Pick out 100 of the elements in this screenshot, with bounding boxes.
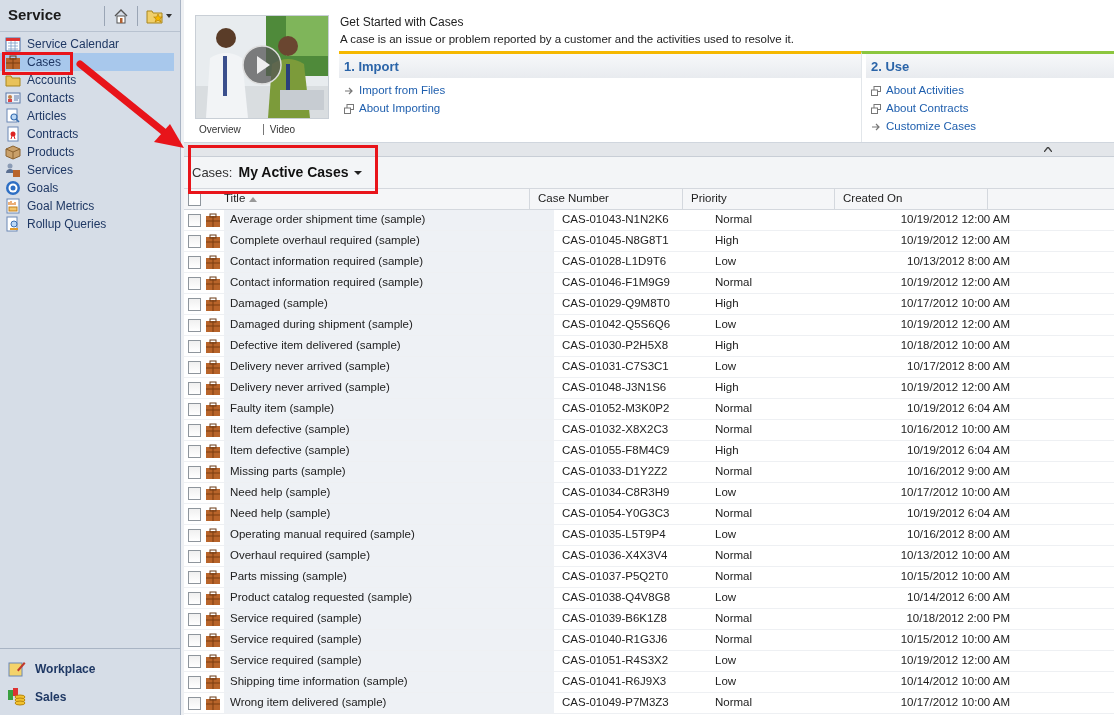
- table-cell-text: Normal: [714, 212, 754, 228]
- table-row[interactable]: Overhaul required (sample) CAS-01036-X4X3V4 Normal 10/13/2012 10:00 AM: [184, 546, 1114, 567]
- row-checkbox[interactable]: [188, 381, 201, 395]
- caret-icon: [354, 170, 363, 175]
- home-icon[interactable]: [113, 7, 129, 24]
- row-checkbox[interactable]: [188, 234, 201, 248]
- column-header[interactable]: Priority: [683, 189, 835, 209]
- table-cell-text: CAS-01037-P5Q2T0: [561, 569, 670, 585]
- help-link[interactable]: About Contracts: [886, 100, 969, 118]
- sidebar-item[interactable]: Goal Metrics: [0, 197, 180, 215]
- table-row[interactable]: Wrong item delivered (sample) CAS-01049-P7M3Z3 Normal 10/17/2012 10:00 AM: [184, 693, 1114, 714]
- table-cell-text: 10/19/2012 12:00 AM: [899, 275, 1011, 291]
- sort-ascending-icon: [249, 196, 258, 202]
- table-row[interactable]: Service required (sample) CAS-01039-B6K1Z8 Normal 10/18/2012 2:00 PM: [184, 609, 1114, 630]
- row-checkbox[interactable]: [188, 339, 201, 353]
- table-row[interactable]: Faulty item (sample) CAS-01052-M3K0P2 Normal 10/19/2012 6:04 AM: [184, 399, 1114, 420]
- table-cell-text: CAS-01048-J3N1S6: [561, 380, 668, 396]
- table-row[interactable]: Missing parts (sample) CAS-01033-D1Y2Z2 Normal 10/16/2012 9:00 AM: [184, 462, 1114, 483]
- table-cell-text: CAS-01028-L1D9T6: [561, 254, 668, 270]
- table-row[interactable]: Defective item delivered (sample) CAS-01030-P2H5X8 High 10/18/2012 10:00 AM: [184, 336, 1114, 357]
- row-checkbox[interactable]: [188, 465, 201, 479]
- column-header[interactable]: Title: [224, 189, 530, 209]
- table-cell-text: CAS-01055-F8M4C9: [561, 443, 671, 459]
- play-icon[interactable]: [242, 45, 282, 85]
- column-header[interactable]: Case Number: [530, 189, 683, 209]
- table-row[interactable]: Product catalog requested (sample) CAS-01038-Q4V8G8 Low 10/14/2012 6:00 AM: [184, 588, 1114, 609]
- table-row[interactable]: Contact information required (sample) CAS-01028-L1D9T6 Low 10/13/2012 8:00 AM: [184, 252, 1114, 273]
- table-row[interactable]: Delivery never arrived (sample) CAS-01031-C7S3C1 Low 10/17/2012 8:00 AM: [184, 357, 1114, 378]
- table-row[interactable]: Item defective (sample) CAS-01055-F8M4C9 High 10/19/2012 6:04 AM: [184, 441, 1114, 462]
- row-checkbox[interactable]: [188, 276, 201, 290]
- help-link[interactable]: About Activities: [886, 82, 964, 100]
- table-row[interactable]: Operating manual required (sample) CAS-01035-L5T9P4 Low 10/16/2012 8:00 AM: [184, 525, 1114, 546]
- row-checkbox[interactable]: [188, 318, 201, 332]
- row-checkbox[interactable]: [188, 423, 201, 437]
- view-selector[interactable]: My Active Cases: [238, 162, 363, 183]
- sidebar-item[interactable]: Products: [0, 143, 180, 161]
- table-row[interactable]: Average order shipment time (sample) CAS-01043-N1N2K6 Normal 10/19/2012 12:00 AM: [184, 210, 1114, 231]
- table-row[interactable]: Need help (sample) CAS-01034-C8R3H9 Low 10/17/2012 10:00 AM: [184, 483, 1114, 504]
- row-checkbox[interactable]: [188, 549, 201, 563]
- table-cell: Complete overhaul required (sample): [224, 231, 554, 251]
- row-checkbox[interactable]: [188, 255, 201, 269]
- table-cell: Missing parts (sample): [224, 462, 554, 482]
- row-checkbox[interactable]: [188, 612, 201, 626]
- row-checkbox[interactable]: [188, 486, 201, 500]
- row-checkbox[interactable]: [188, 696, 201, 710]
- sidebar-item[interactable]: Service Calendar: [0, 35, 180, 53]
- people-icon: [5, 162, 21, 178]
- table-row[interactable]: Service required (sample) CAS-01051-R4S3X2 Low 10/19/2012 12:00 AM: [184, 651, 1114, 672]
- briefcase-icon: [205, 506, 221, 522]
- row-checkbox[interactable]: [188, 633, 201, 647]
- help-link[interactable]: Customize Cases: [886, 118, 977, 136]
- sidebar-item[interactable]: Contacts: [0, 89, 180, 107]
- sidebar-item[interactable]: Articles: [0, 107, 180, 125]
- video-link[interactable]: Overview: [199, 122, 241, 137]
- row-checkbox[interactable]: [188, 528, 201, 542]
- table-row[interactable]: Shipping time information (sample) CAS-01041-R6J9X3 Low 10/14/2012 10:00 AM: [184, 672, 1114, 693]
- row-checkbox[interactable]: [188, 402, 201, 416]
- area-button[interactable]: Sales: [0, 687, 180, 707]
- column-header[interactable]: Created On: [835, 189, 988, 209]
- table-row[interactable]: Damaged during shipment (sample) CAS-01042-Q5S6Q6 Low 10/19/2012 12:00 AM: [184, 315, 1114, 336]
- table-cell-text: High: [714, 296, 740, 312]
- row-checkbox[interactable]: [188, 675, 201, 689]
- sidebar-item[interactable]: Services: [0, 161, 180, 179]
- table-row[interactable]: Contact information required (sample) CAS-01046-F1M9G9 Normal 10/19/2012 12:00 AM: [184, 273, 1114, 294]
- table-cell: Damaged during shipment (sample): [224, 315, 554, 335]
- table-cell-text: CAS-01046-F1M9G9: [561, 275, 672, 291]
- row-checkbox[interactable]: [188, 591, 201, 605]
- sidebar-item[interactable]: Accounts: [0, 71, 180, 89]
- row-checkbox[interactable]: [188, 444, 201, 458]
- row-checkbox[interactable]: [188, 360, 201, 374]
- table-cell-text: CAS-01032-X8X2C3: [561, 422, 670, 438]
- table-cell: Service required (sample): [224, 630, 554, 650]
- sidebar-item[interactable]: Goals: [0, 179, 180, 197]
- table-row[interactable]: Parts missing (sample) CAS-01037-P5Q2T0 Normal 10/15/2012 10:00 AM: [184, 567, 1114, 588]
- collapse-icon[interactable]: [1044, 147, 1052, 152]
- table-cell-text: 10/19/2012 12:00 AM: [899, 317, 1011, 333]
- sidebar-item[interactable]: Contracts: [0, 125, 180, 143]
- row-checkbox[interactable]: [188, 297, 201, 311]
- row-checkbox[interactable]: [188, 570, 201, 584]
- sidebar-item[interactable]: Rollup Queries: [0, 215, 180, 233]
- notepad-pencil-icon: [7, 659, 27, 679]
- row-checkbox[interactable]: [188, 213, 201, 227]
- help-link[interactable]: About Importing: [359, 100, 441, 118]
- help-link[interactable]: Import from Files: [359, 82, 446, 100]
- favorites-menu-button[interactable]: [146, 7, 172, 24]
- table-cell-text: Normal: [714, 695, 754, 711]
- row-checkbox[interactable]: [188, 654, 201, 668]
- table-cell-text: 10/14/2012 6:00 AM: [906, 590, 1011, 606]
- folder-star-icon: [146, 7, 164, 24]
- table-row[interactable]: Complete overhaul required (sample) CAS-01045-N8G8T1 High 10/19/2012 12:00 AM: [184, 231, 1114, 252]
- table-row[interactable]: Damaged (sample) CAS-01029-Q9M8T0 High 10/17/2012 10:00 AM: [184, 294, 1114, 315]
- table-cell: Damaged (sample): [224, 294, 554, 314]
- row-checkbox[interactable]: [188, 507, 201, 521]
- table-row[interactable]: Delivery never arrived (sample) CAS-01048-J3N1S6 High 10/19/2012 12:00 AM: [184, 378, 1114, 399]
- video-link[interactable]: Video: [269, 122, 296, 137]
- table-row[interactable]: Service required (sample) CAS-01040-R1G3J6 Normal 10/15/2012 10:00 AM: [184, 630, 1114, 651]
- document-seal-icon: [5, 126, 21, 142]
- area-button[interactable]: Workplace: [0, 659, 180, 679]
- table-row[interactable]: Item defective (sample) CAS-01032-X8X2C3 Normal 10/16/2012 10:00 AM: [184, 420, 1114, 441]
- table-row[interactable]: Need help (sample) CAS-01054-Y0G3C3 Normal 10/19/2012 6:04 AM: [184, 504, 1114, 525]
